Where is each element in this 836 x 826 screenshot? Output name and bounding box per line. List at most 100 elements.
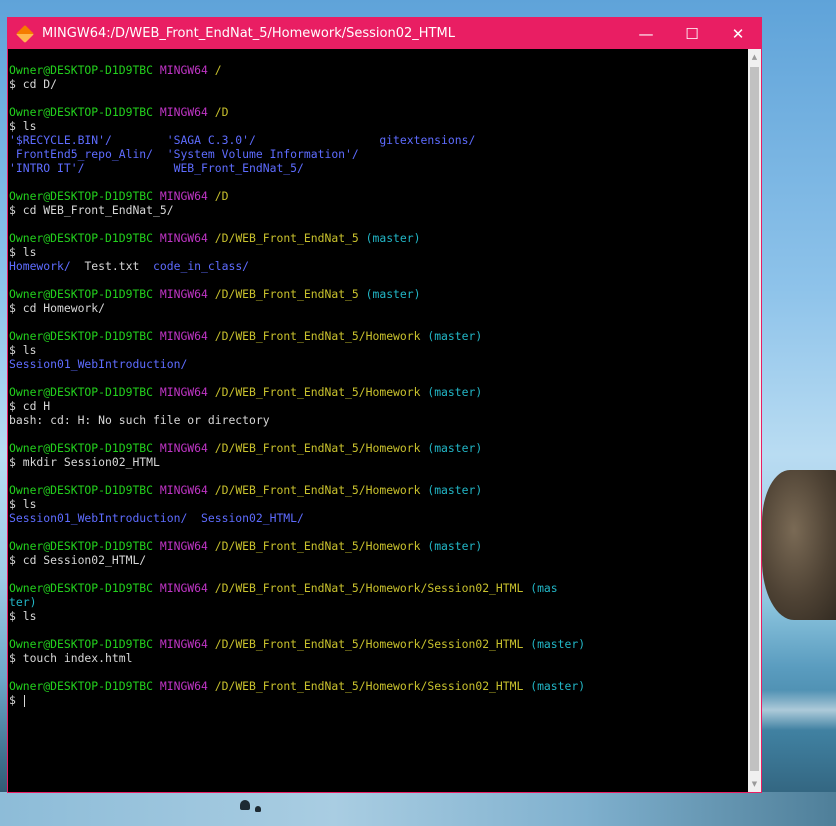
- terminal-text-segment: (master): [365, 287, 421, 301]
- terminal-text-segment: MINGW64: [159, 189, 215, 203]
- close-button[interactable]: ✕: [715, 18, 761, 49]
- terminal-text-segment: $ ls: [9, 609, 37, 623]
- terminal-text-segment: (master): [427, 385, 483, 399]
- terminal-text-segment: Owner@DESKTOP-D1D9TBC: [9, 105, 160, 119]
- terminal-text-segment: Owner@DESKTOP-D1D9TBC: [9, 581, 160, 595]
- git-bash-icon[interactable]: [15, 24, 35, 43]
- terminal-text-segment: (master): [427, 539, 483, 553]
- terminal-line: $ cd Session02_HTML/: [9, 553, 748, 567]
- terminal-line: Owner@DESKTOP-D1D9TBC MINGW64 /D/WEB_Fro…: [9, 385, 748, 399]
- terminal-window[interactable]: MINGW64:/D/WEB_Front_EndNat_5/Homework/S…: [7, 17, 762, 793]
- terminal-text-segment: $ cd Homework/: [9, 301, 106, 315]
- terminal-text-segment: MINGW64: [159, 581, 215, 595]
- terminal-line: Owner@DESKTOP-D1D9TBC MINGW64 /D/WEB_Fro…: [9, 287, 748, 301]
- terminal-text-segment: (master): [530, 679, 586, 693]
- terminal-line: Owner@DESKTOP-D1D9TBC MINGW64 /D/WEB_Fro…: [9, 679, 748, 693]
- terminal-line: Owner@DESKTOP-D1D9TBC MINGW64 /D/WEB_Fro…: [9, 441, 748, 455]
- terminal-text-segment: code_in_class/: [153, 259, 250, 273]
- terminal-line: $ cd H: [9, 399, 748, 413]
- terminal-text-segment: MINGW64: [159, 63, 215, 77]
- terminal-text-segment: Owner@DESKTOP-D1D9TBC: [9, 637, 160, 651]
- terminal-line: $ touch index.html: [9, 651, 748, 665]
- close-icon: ✕: [731, 24, 745, 43]
- terminal-text-segment: /D: [214, 105, 229, 119]
- terminal-line: '$RECYCLE.BIN'/ 'SAGA C.3.0'/ gitextensi…: [9, 133, 748, 147]
- terminal-text-segment: FrontEnd5_repo_Alin/ 'System Volume Info…: [9, 147, 359, 161]
- title-bar[interactable]: MINGW64:/D/WEB_Front_EndNat_5/Homework/S…: [8, 18, 761, 49]
- terminal-line: $ cd WEB_Front_EndNat_5/: [9, 203, 748, 217]
- terminal-text-segment: MINGW64: [159, 329, 215, 343]
- terminal-text-segment: /D/WEB_Front_EndNat_5/Homework/Session02…: [214, 679, 531, 693]
- terminal-text-segment: (master): [427, 483, 483, 497]
- terminal-line: $ cd Homework/: [9, 301, 748, 315]
- terminal-text-segment: /D/WEB_Front_EndNat_5: [214, 231, 366, 245]
- terminal-line: Homework/ Test.txt code_in_class/: [9, 259, 748, 273]
- terminal-text-segment: /D: [214, 189, 229, 203]
- terminal-text-segment: Owner@DESKTOP-D1D9TBC: [9, 679, 160, 693]
- terminal-text-segment: MINGW64: [159, 231, 215, 245]
- terminal-text-segment: /D/WEB_Front_EndNat_5/Homework/Session02…: [214, 581, 531, 595]
- minimize-icon: —: [638, 24, 654, 43]
- terminal-text-segment: $ cd Session02_HTML/: [9, 553, 147, 567]
- terminal-line: $ ls: [9, 245, 748, 259]
- terminal-text-segment: Session01_WebIntroduction/ Session02_HTM…: [9, 511, 304, 525]
- terminal-line: Owner@DESKTOP-D1D9TBC MINGW64 /D: [9, 105, 748, 119]
- minimize-button[interactable]: —: [623, 18, 669, 49]
- terminal-line: Owner@DESKTOP-D1D9TBC MINGW64 /D/WEB_Fro…: [9, 581, 748, 595]
- terminal-output[interactable]: Owner@DESKTOP-D1D9TBC MINGW64 /$ cd D/Ow…: [8, 49, 748, 792]
- maximize-icon: ☐: [685, 24, 699, 43]
- vertical-scrollbar[interactable]: ▲ ▼: [748, 49, 761, 792]
- terminal-line: $ ls: [9, 497, 748, 511]
- terminal-line: Session01_WebIntroduction/: [9, 357, 748, 371]
- terminal-text-segment: $: [9, 693, 23, 707]
- window-title: MINGW64:/D/WEB_Front_EndNat_5/Homework/S…: [42, 26, 455, 41]
- terminal-text-segment: Owner@DESKTOP-D1D9TBC: [9, 329, 160, 343]
- terminal-line: 'INTRO IT'/ WEB_Front_EndNat_5/: [9, 161, 748, 175]
- terminal-text-segment: /D/WEB_Front_EndNat_5/Homework/Session02…: [214, 637, 531, 651]
- terminal-text-segment: /D/WEB_Front_EndNat_5/Homework: [214, 329, 428, 343]
- terminal-text-segment: bash: cd: H: No such file or directory: [9, 413, 270, 427]
- terminal-text-segment: $ ls: [9, 245, 37, 259]
- terminal-text-segment: (master): [427, 441, 483, 455]
- terminal-line: Session01_WebIntroduction/ Session02_HTM…: [9, 511, 748, 525]
- terminal-text-segment: $ cd D/: [9, 77, 58, 91]
- scroll-down-arrow-icon[interactable]: ▼: [748, 776, 761, 792]
- terminal-text-segment: $ cd WEB_Front_EndNat_5/: [9, 203, 174, 217]
- bird-silhouette: [255, 806, 261, 812]
- terminal-text-segment: Session01_WebIntroduction/: [9, 357, 188, 371]
- terminal-text-segment: (master): [365, 231, 421, 245]
- terminal-text-segment: (master): [427, 329, 483, 343]
- terminal-text-segment: /D/WEB_Front_EndNat_5/Homework: [214, 539, 428, 553]
- terminal-text-segment: Owner@DESKTOP-D1D9TBC: [9, 539, 160, 553]
- desktop-bottom-strip: [0, 792, 836, 826]
- terminal-line: $ ls: [9, 609, 748, 623]
- terminal-line: $ ls: [9, 119, 748, 133]
- terminal-line: $ ls: [9, 343, 748, 357]
- terminal-line: $ cd D/: [9, 77, 748, 91]
- terminal-line: Owner@DESKTOP-D1D9TBC MINGW64 /D/WEB_Fro…: [9, 329, 748, 343]
- scrollbar-thumb[interactable]: [750, 67, 759, 771]
- terminal-text-segment: Owner@DESKTOP-D1D9TBC: [9, 483, 160, 497]
- maximize-button[interactable]: ☐: [669, 18, 715, 49]
- terminal-line: bash: cd: H: No such file or directory: [9, 413, 748, 427]
- terminal-line: Owner@DESKTOP-D1D9TBC MINGW64 /D: [9, 189, 748, 203]
- terminal-text-segment: 'INTRO IT'/ WEB_Front_EndNat_5/: [9, 161, 304, 175]
- terminal-text-segment: /D/WEB_Front_EndNat_5/Homework: [214, 483, 428, 497]
- terminal-line: Owner@DESKTOP-D1D9TBC MINGW64 /D/WEB_Fro…: [9, 637, 748, 651]
- terminal-text-segment: $ cd H: [9, 399, 51, 413]
- terminal-text-segment: Homework/: [9, 259, 71, 273]
- terminal-text-segment: MINGW64: [159, 105, 215, 119]
- terminal-text-segment: /D/WEB_Front_EndNat_5: [214, 287, 366, 301]
- terminal-text-segment: $ touch index.html: [9, 651, 133, 665]
- scroll-up-arrow-icon[interactable]: ▲: [748, 49, 761, 65]
- terminal-text-segment: Owner@DESKTOP-D1D9TBC: [9, 63, 160, 77]
- terminal-text-segment: MINGW64: [159, 637, 215, 651]
